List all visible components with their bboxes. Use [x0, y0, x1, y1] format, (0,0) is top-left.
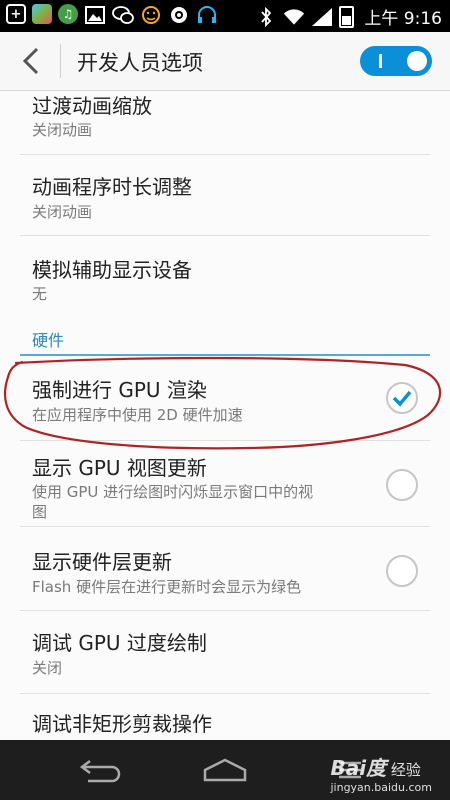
section-header-hardware: 硬件 [20, 318, 430, 356]
image-icon [84, 4, 106, 26]
show-hardware-layer-updates-checkbox[interactable] [386, 555, 418, 587]
wifi-icon [283, 6, 305, 28]
list-item-title: 强制进行 GPU 渲染 [32, 378, 207, 402]
battery-icon [339, 5, 355, 28]
back-arrow-icon [79, 760, 121, 783]
list-item-debug-non-rect-clip[interactable]: 调试非矩形剪裁操作 [20, 694, 430, 740]
list-item-subtitle: 无 [32, 285, 48, 303]
list-item-title: 显示 GPU 视图更新 [32, 456, 207, 480]
app-gradient-icon [32, 4, 52, 24]
list-item-title: 显示硬件层更新 [32, 550, 172, 574]
home-nav-button[interactable] [195, 754, 255, 786]
home-icon [203, 758, 247, 782]
headset-icon [196, 4, 218, 26]
list-item-subtitle: 关闭 [32, 659, 63, 677]
list-item-transition-animation-scale[interactable]: 过渡动画缩放 关闭动画 [20, 90, 430, 155]
list-item-title: 动画程序时长调整 [32, 175, 192, 199]
list-item-title: 过渡动画缩放 [32, 94, 152, 118]
signal-icon [311, 6, 333, 28]
chevron-left-icon [22, 47, 39, 75]
list-item-subtitle: Flash 硬件层在进行更新时会显示为绿色 [32, 578, 302, 596]
status-time: 上午 9:16 [364, 9, 442, 29]
back-nav-button[interactable] [70, 754, 130, 786]
list-item-animator-duration-scale[interactable]: 动画程序时长调整 关闭动画 [20, 155, 430, 236]
list-item-title: 调试非矩形剪裁操作 [32, 712, 212, 736]
toggle-on-indicator [379, 54, 382, 68]
face-icon [140, 4, 162, 26]
checkmark-icon [392, 390, 412, 407]
section-title: 硬件 [32, 331, 65, 350]
wechat-icon [112, 4, 134, 26]
action-bar-divider [60, 44, 61, 78]
list-item-subtitle: 关闭动画 [32, 121, 93, 139]
list-item-subtitle-line-2: 图 [32, 503, 48, 521]
list-item-title: 调试 GPU 过度绘制 [32, 631, 207, 655]
plus-box-icon: + [6, 4, 26, 24]
list-item-simulate-secondary-displays[interactable]: 模拟辅助显示设备 无 [20, 236, 430, 316]
list-item-subtitle: 关闭动画 [32, 203, 93, 221]
watermark-url: jingyan.baidu.com [330, 781, 432, 794]
list-item-subtitle: 在应用程序中使用 2D 硬件加速 [32, 406, 243, 424]
action-bar: 开发人员选项 [0, 32, 450, 91]
page-title: 开发人员选项 [77, 51, 203, 75]
baidu-jingyan-watermark: Bai度 经验 jingyan.baidu.com [330, 752, 432, 794]
settings-icon [168, 4, 190, 26]
list-item-title: 模拟辅助显示设备 [32, 258, 192, 282]
watermark-logo: Bai度 [330, 756, 387, 780]
checkbox-item-show-hardware-layer-updates[interactable]: 显示硬件层更新 Flash 硬件层在进行更新时会显示为绿色 [20, 527, 430, 611]
show-gpu-view-updates-checkbox[interactable] [386, 469, 418, 501]
checkbox-item-show-gpu-view-updates[interactable]: 显示 GPU 视图更新 使用 GPU 进行绘图时闪烁显示窗口中的视 图 [20, 441, 430, 527]
checkbox-item-force-gpu-rendering[interactable]: 强制进行 GPU 渲染 在应用程序中使用 2D 硬件加速 [20, 356, 430, 441]
watermark-text: 经验 [390, 761, 421, 779]
force-gpu-rendering-checkbox[interactable] [386, 382, 418, 414]
notification-green-icon: ♫ [58, 4, 78, 24]
list-item-subtitle-line-1: 使用 GPU 进行绘图时闪烁显示窗口中的视 [32, 483, 314, 501]
bluetooth-icon [255, 6, 277, 28]
status-bar: + ♫ 上午 9:16 [0, 0, 450, 32]
toggle-knob [407, 51, 427, 71]
back-button[interactable] [14, 44, 48, 78]
list-item-debug-gpu-overdraw[interactable]: 调试 GPU 过度绘制 关闭 [20, 611, 430, 694]
developer-options-toggle[interactable] [360, 46, 432, 76]
